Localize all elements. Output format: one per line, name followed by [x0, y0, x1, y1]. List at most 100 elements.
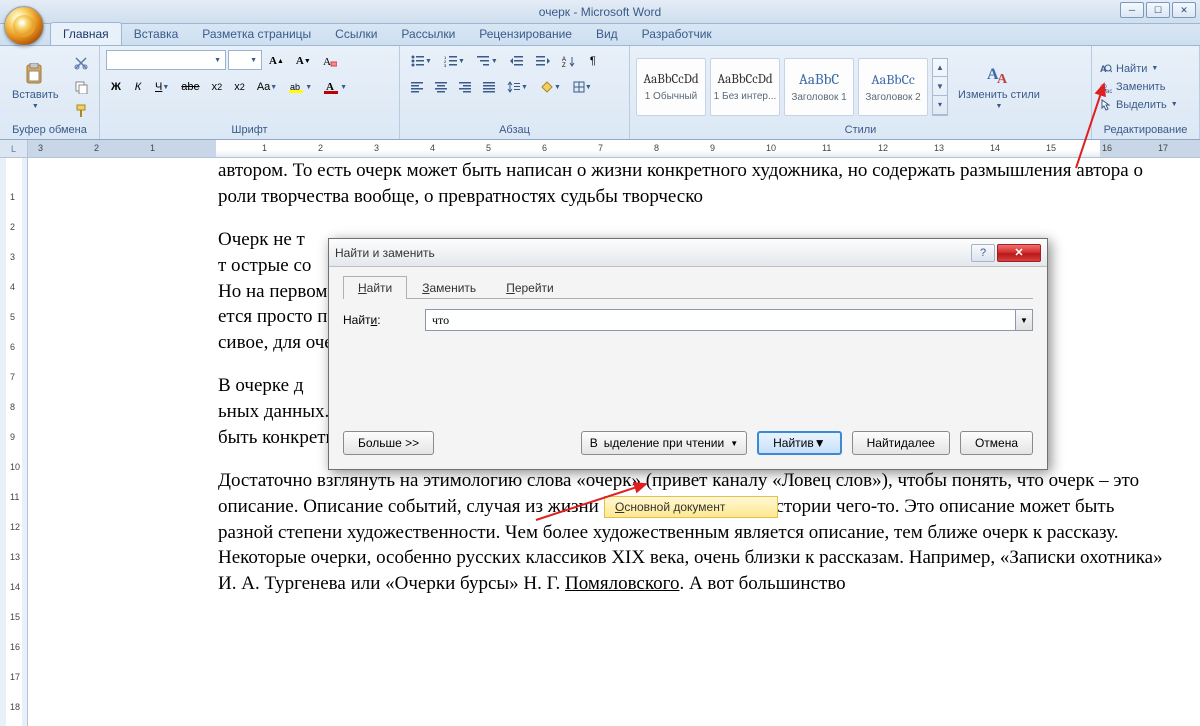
dialog-title: Найти и заменить — [335, 246, 435, 260]
style-nospacing[interactable]: AaBbCcDd1 Без интер... — [710, 58, 780, 116]
select-icon — [1100, 99, 1112, 111]
line-spacing-button[interactable]: ▼ — [502, 76, 533, 98]
styles-scroll[interactable]: ▲▼▾ — [932, 58, 948, 116]
title-bar: очерк - Microsoft Word ─ ☐ ✕ — [0, 0, 1200, 24]
align-left-button[interactable] — [406, 76, 428, 98]
reading-highlight-button[interactable]: Выделение при чтении▼ — [581, 431, 747, 455]
tab-mailings[interactable]: Рассылки — [389, 23, 467, 45]
shading-button[interactable]: ▼ — [535, 76, 566, 98]
doc-paragraph[interactable]: автором. То есть очерк может быть написа… — [218, 158, 1170, 209]
find-button[interactable]: AНайти ▼ — [1098, 62, 1193, 76]
ruler-vertical[interactable]: 123456789101112131415161718 — [0, 158, 28, 726]
find-icon: A — [1100, 63, 1112, 75]
dialog-titlebar[interactable]: Найти и заменить ? ✕ — [329, 239, 1047, 267]
cut-button[interactable] — [69, 52, 93, 74]
select-button[interactable]: Выделить ▼ — [1098, 98, 1193, 112]
svg-text:ac: ac — [1106, 89, 1112, 93]
justify-button[interactable] — [478, 76, 500, 98]
tab-insert[interactable]: Вставка — [122, 23, 191, 45]
tab-references[interactable]: Ссылки — [323, 23, 389, 45]
copy-button[interactable] — [69, 76, 93, 98]
superscript-button[interactable]: x2 — [229, 76, 250, 98]
replace-icon: abac — [1100, 81, 1112, 93]
paste-icon — [23, 63, 47, 87]
tab-view[interactable]: Вид — [584, 23, 630, 45]
window-buttons: ─ ☐ ✕ — [1120, 2, 1196, 18]
shrink-font-button[interactable]: A▼ — [291, 50, 316, 72]
doc-paragraph[interactable]: Достаточно взглянуть на этимологию слова… — [218, 468, 1170, 596]
dialog-tabs: Найти Заменить Перейти — [343, 275, 1033, 299]
window-title: очерк - Microsoft Word — [539, 5, 661, 19]
dialog-tab-replace[interactable]: Заменить — [407, 276, 491, 299]
bullets-button[interactable]: ▼ — [406, 50, 437, 72]
group-font: ▼ ▼ A▲ A▼ A Ж К Ч ▼ abe x2 x2 Aa▼ ab▼ A▼… — [100, 46, 400, 139]
cancel-button[interactable]: Отмена — [960, 431, 1033, 455]
svg-text:Z: Z — [562, 63, 566, 67]
find-input-wrap: ▼ — [425, 309, 1033, 331]
group-clipboard: Вставить ▼ Буфер обмена — [0, 46, 100, 139]
svg-text:A: A — [323, 56, 331, 68]
paste-button[interactable]: Вставить ▼ — [6, 59, 65, 114]
italic-button[interactable]: К — [128, 76, 148, 98]
ruler-h-track[interactable]: 3211234567891011121314151617 — [28, 140, 1200, 157]
multilevel-button[interactable]: ▼ — [472, 50, 503, 72]
ruler-corner[interactable]: L — [0, 140, 28, 157]
dialog-tab-goto[interactable]: Перейти — [491, 276, 569, 299]
font-color-button[interactable]: A▼ — [319, 76, 352, 98]
strike-button[interactable]: abe — [176, 76, 204, 98]
bold-button[interactable]: Ж — [106, 76, 126, 98]
find-history-button[interactable]: ▼ — [1015, 309, 1033, 331]
clipboard-label: Буфер обмена — [6, 123, 93, 137]
align-center-button[interactable] — [430, 76, 452, 98]
chevron-down-icon: ▼ — [32, 103, 39, 110]
paste-label: Вставить — [12, 89, 59, 101]
indent-decrease-button[interactable] — [505, 50, 529, 72]
clear-format-button[interactable]: A — [318, 50, 342, 72]
format-painter-button[interactable] — [69, 100, 93, 122]
editing-label: Редактирование — [1098, 123, 1193, 137]
tab-home[interactable]: Главная — [50, 22, 122, 45]
numbering-button[interactable]: 123▼ — [439, 50, 470, 72]
subscript-button[interactable]: x2 — [207, 76, 228, 98]
sort-button[interactable]: AZ — [557, 50, 581, 72]
font-size-combo[interactable]: ▼ — [228, 50, 262, 70]
close-button[interactable]: ✕ — [1172, 2, 1196, 18]
style-normal[interactable]: AaBbCcDd1 Обычный — [636, 58, 706, 116]
dialog-body: Найти Заменить Перейти Найти: ▼ Больше >… — [329, 267, 1047, 469]
show-marks-button[interactable]: ¶ — [583, 50, 603, 72]
grow-font-button[interactable]: A▲ — [264, 50, 289, 72]
find-next-button[interactable]: Найти далее — [852, 431, 950, 455]
dialog-tab-find[interactable]: Найти — [343, 276, 407, 299]
align-right-button[interactable] — [454, 76, 476, 98]
change-styles-icon: AA — [987, 63, 1011, 87]
font-name-combo[interactable]: ▼ — [106, 50, 226, 70]
find-input[interactable] — [425, 309, 1015, 331]
style-heading2[interactable]: AaBbCcЗаголовок 2 — [858, 58, 928, 116]
tab-developer[interactable]: Разработчик — [630, 23, 724, 45]
maximize-button[interactable]: ☐ — [1146, 2, 1170, 18]
highlight-button[interactable]: ab▼ — [284, 76, 317, 98]
change-styles-button[interactable]: AA Изменить стили ▼ — [952, 59, 1046, 114]
more-button[interactable]: Больше >> — [343, 431, 434, 455]
find-label: Найти: — [343, 313, 413, 327]
indent-increase-button[interactable] — [531, 50, 555, 72]
minimize-button[interactable]: ─ — [1120, 2, 1144, 18]
group-editing: AНайти ▼ abacЗаменить Выделить ▼ Редакти… — [1092, 46, 1200, 139]
tab-review[interactable]: Рецензирование — [467, 23, 584, 45]
dialog-help-button[interactable]: ? — [971, 244, 995, 262]
underline-button[interactable]: Ч ▼ — [150, 76, 174, 98]
style-heading1[interactable]: AaBbCЗаголовок 1 — [784, 58, 854, 116]
dialog-close-button[interactable]: ✕ — [997, 244, 1041, 262]
font-label: Шрифт — [106, 123, 393, 137]
ruler-horizontal[interactable]: L 3211234567891011121314151617 — [0, 140, 1200, 158]
find-replace-dialog: Найти и заменить ? ✕ Найти Заменить Пере… — [328, 238, 1048, 470]
find-in-dropdown-item[interactable]: Основной документ — [604, 496, 778, 518]
office-button[interactable] — [4, 6, 44, 46]
replace-button[interactable]: abacЗаменить — [1098, 80, 1193, 94]
ribbon-tabs: Главная Вставка Разметка страницы Ссылки… — [0, 24, 1200, 46]
change-case-button[interactable]: Aa▼ — [252, 76, 282, 98]
svg-text:A: A — [997, 72, 1008, 87]
borders-button[interactable]: ▼ — [568, 76, 597, 98]
find-in-button[interactable]: Найти в ▼ — [757, 431, 842, 455]
tab-layout[interactable]: Разметка страницы — [190, 23, 323, 45]
